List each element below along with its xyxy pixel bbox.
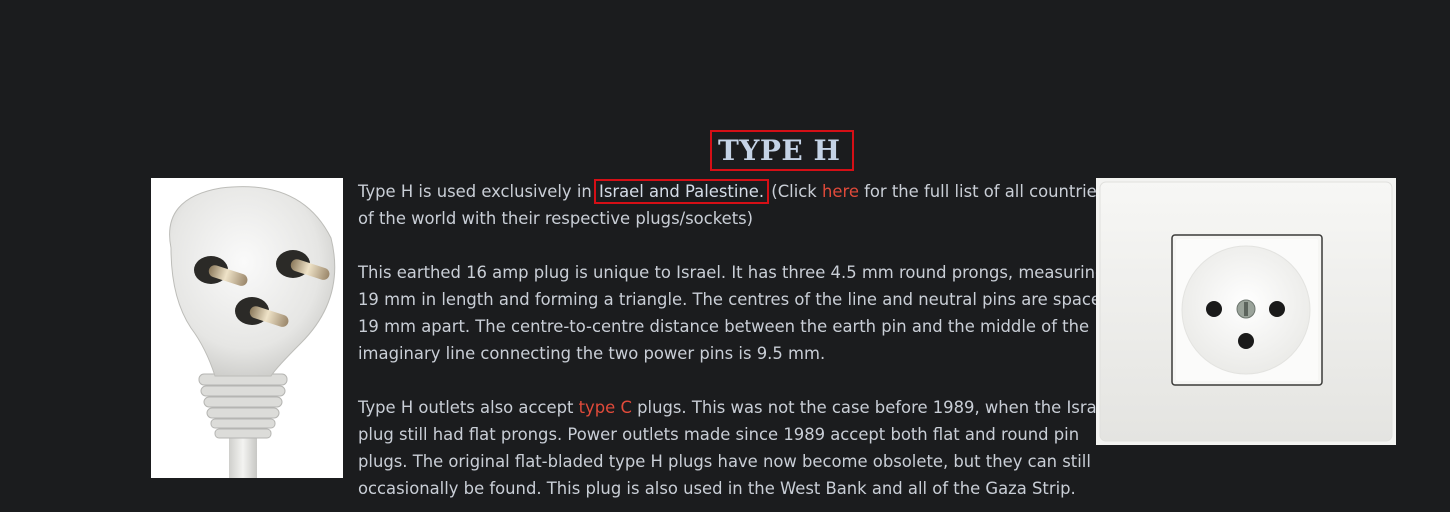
- text-segment: (Click: [771, 182, 817, 201]
- page: TYPE H Type H is used exclusively in Isr…: [0, 0, 1450, 512]
- type-h-socket-image: [1096, 178, 1396, 445]
- paragraph-plug-specs: This earthed 16 amp plug is unique to Is…: [358, 259, 1111, 367]
- type-h-plug-illustration: [169, 186, 336, 478]
- text-segment: for the full list of all countries: [864, 182, 1106, 201]
- page-title: TYPE H: [710, 130, 854, 171]
- countries-list-link[interactable]: here: [822, 182, 859, 201]
- article-body: Type H is used exclusively in Israel and…: [358, 178, 1116, 512]
- type-h-plug-image: [151, 178, 343, 478]
- text-line: This earthed 16 amp plug is unique to Is…: [358, 263, 1106, 282]
- text-line: imaginary line connecting the two power …: [358, 344, 826, 363]
- type-c-link[interactable]: type C: [579, 398, 632, 417]
- paragraph-compatibility: Type H outlets also accept type C plugs.…: [358, 394, 1116, 502]
- text-line: occasionally be found. This plug is also…: [358, 479, 1076, 498]
- text-line: plug still had flat prongs. Power outlet…: [358, 425, 1080, 444]
- paragraph-countries: Type H is used exclusively in Israel and…: [358, 178, 1105, 232]
- text-segment: plugs. This was not the case before 1989…: [637, 398, 1116, 417]
- text-line: plugs. The original flat-bladed type H p…: [358, 452, 1091, 471]
- text-segment: Type H outlets also accept: [358, 398, 574, 417]
- highlighted-countries: Israel and Palestine.: [593, 179, 770, 204]
- text-line: 19 mm in length and forming a triangle. …: [358, 290, 1112, 309]
- text-segment: of the world with their respective plugs…: [358, 209, 754, 228]
- type-h-socket-illustration: [1096, 178, 1396, 445]
- text-line: 19 mm apart. The centre-to-centre distan…: [358, 317, 1090, 336]
- text-segment: Type H is used exclusively in: [358, 182, 592, 201]
